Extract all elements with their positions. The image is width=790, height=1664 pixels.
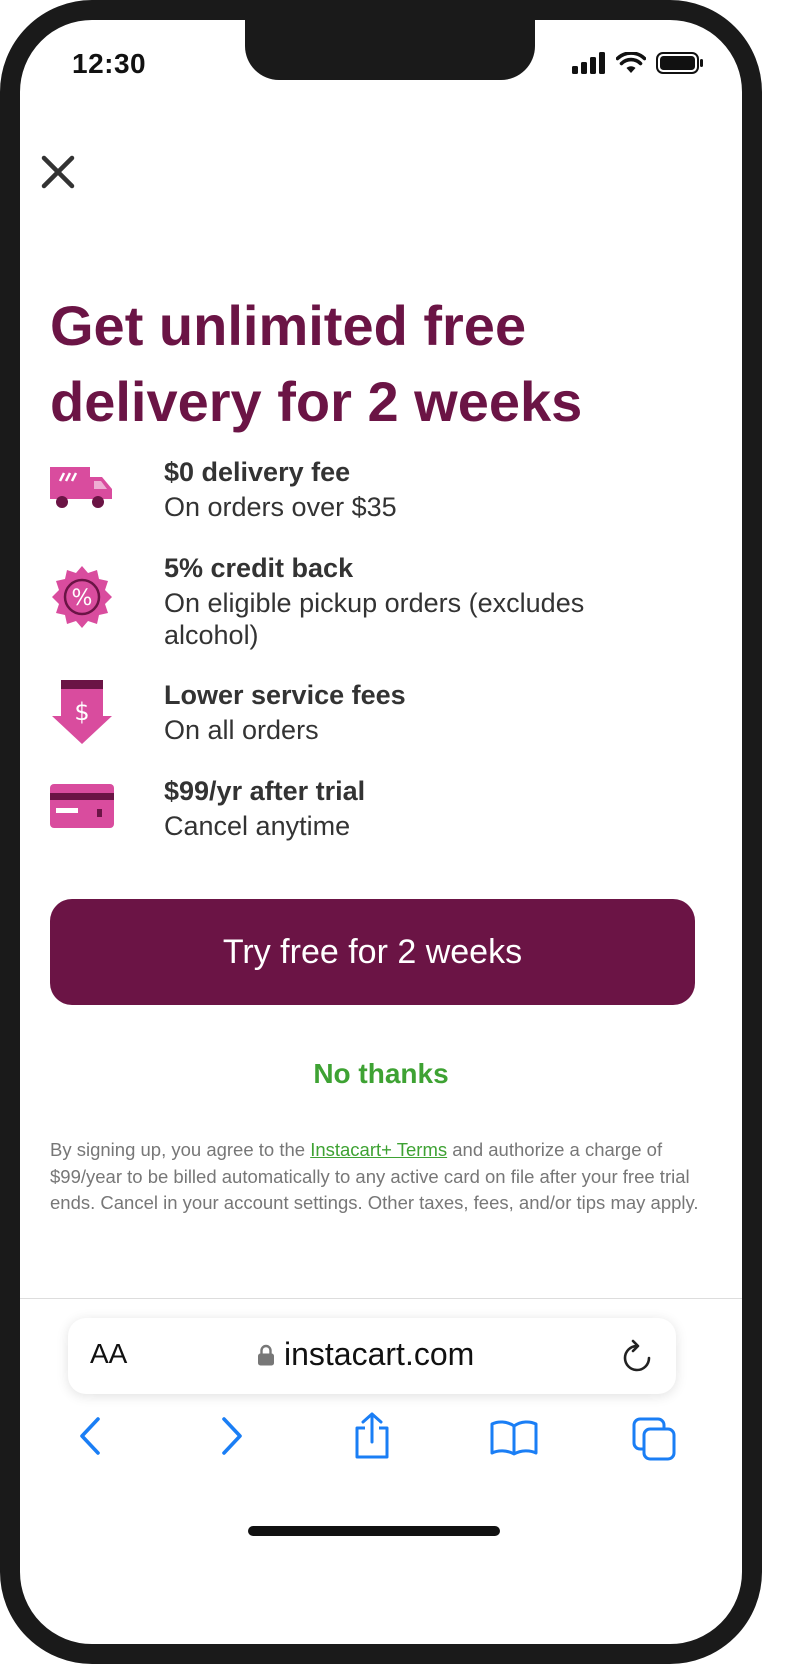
text-size-button[interactable]: AA — [90, 1338, 127, 1370]
benefit-title: $99/yr after trial — [164, 776, 366, 806]
try-free-button[interactable]: Try free for 2 weeks — [50, 899, 695, 1005]
truck-icon — [50, 467, 112, 508]
back-icon[interactable] — [76, 1416, 104, 1456]
benefit-subtitle: On eligible pickup orders (excludes alco… — [164, 588, 585, 650]
wifi-icon — [616, 52, 646, 73]
benefit-subtitle: On orders over $35 — [164, 492, 397, 522]
home-indicator — [248, 1526, 500, 1536]
benefit-subtitle: On all orders — [164, 715, 319, 745]
headline: Get unlimited free delivery for 2 weeks — [50, 294, 583, 433]
text-size-label: AA — [90, 1338, 128, 1369]
legal-disclaimer: By signing up, you agree to the Instacar… — [50, 1137, 700, 1217]
url-display[interactable]: instacart.com — [258, 1336, 474, 1373]
benefit-title: 5% credit back — [164, 553, 354, 583]
instacart-terms-link[interactable]: Instacart+ Terms — [310, 1139, 447, 1160]
toolbar-divider — [20, 1298, 742, 1299]
status-time: 12:30 — [72, 48, 147, 79]
svg-text:%: % — [72, 586, 93, 611]
benefit-subtitle: Cancel anytime — [164, 811, 351, 841]
reload-icon[interactable] — [620, 1338, 654, 1374]
dollar-down-arrow-icon: $ — [52, 680, 112, 744]
svg-text:$: $ — [74, 698, 89, 726]
legal-prefix: By signing up, you agree to the — [50, 1139, 311, 1160]
percent-badge-icon: % — [52, 566, 112, 628]
forward-icon[interactable] — [218, 1416, 246, 1456]
benefit-title: $0 delivery fee — [164, 457, 351, 487]
battery-icon — [656, 52, 703, 74]
benefit-title: Lower service fees — [164, 680, 406, 710]
share-icon[interactable] — [352, 1412, 392, 1460]
status-icons — [572, 52, 704, 74]
no-thanks-button[interactable]: No thanks — [20, 1058, 742, 1090]
tabs-icon[interactable] — [632, 1417, 676, 1461]
credit-card-icon — [50, 784, 114, 828]
url-text: instacart.com — [284, 1336, 475, 1372]
phone-screen: 12:30 Get unlimited free delivery for 2 … — [0, 0, 762, 1664]
close-icon[interactable] — [38, 152, 78, 192]
notch — [245, 20, 535, 80]
bookmarks-icon[interactable] — [490, 1420, 538, 1456]
lock-icon — [258, 1344, 274, 1365]
phone: 12:30 Get unlimited free delivery for 2 … — [0, 0, 790, 1664]
address-bar[interactable]: AA instacart.com — [68, 1318, 676, 1394]
cellular-signal-icon — [572, 52, 605, 74]
